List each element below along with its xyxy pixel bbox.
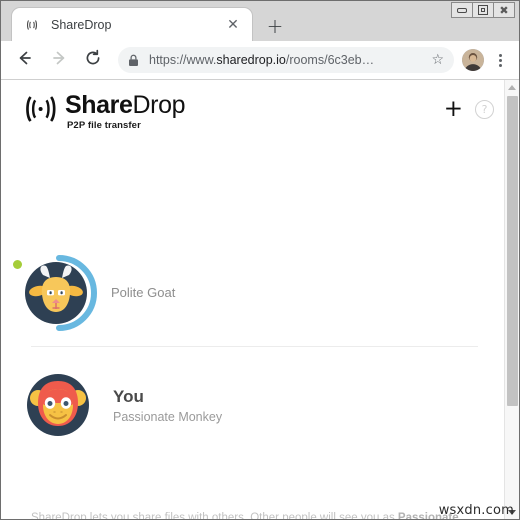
new-tab-button[interactable]: +: [263, 14, 287, 38]
url-path: /rooms/6c3eb…: [285, 53, 375, 67]
scrollbar-thumb[interactable]: [507, 96, 518, 406]
window-maximize-button[interactable]: [472, 2, 494, 18]
logo-text: ShareDrop P2P file transfer: [65, 91, 185, 132]
forward-arrow-icon: [50, 49, 68, 72]
profile-avatar-icon[interactable]: [462, 49, 484, 71]
page-viewport: ShareDrop P2P file transfer + ? Polite G…: [1, 80, 519, 519]
scroll-up-arrow-icon[interactable]: [505, 80, 519, 94]
tab-close-icon[interactable]: ✕: [224, 16, 242, 34]
sharedrop-app: ShareDrop P2P file transfer + ? Polite G…: [1, 80, 504, 519]
window-close-button[interactable]: ✖: [493, 2, 515, 18]
browser-tab-sharedrop[interactable]: ShareDrop ✕: [11, 7, 253, 41]
info-note-prefix: ShareDrop lets you share files with othe…: [31, 512, 398, 519]
bookmark-star-icon[interactable]: ☆: [431, 53, 444, 67]
add-room-button[interactable]: +: [444, 98, 463, 121]
logo-tagline: P2P file transfer: [67, 120, 141, 131]
logo-title: ShareDrop: [65, 91, 185, 119]
tab-title: ShareDrop: [51, 17, 112, 32]
forward-button: [45, 46, 73, 74]
window-controls: ✖: [451, 2, 515, 18]
minimize-icon: [457, 7, 467, 13]
sharedrop-favicon-icon: [24, 17, 40, 33]
close-icon: ✖: [499, 3, 509, 17]
address-bar[interactable]: https://www.sharedrop.io/rooms/6c3eb… ☆: [118, 47, 454, 73]
tab-strip: ShareDrop ✕ + ✖: [1, 1, 519, 41]
peer-list-divider: [31, 346, 478, 347]
goat-avatar[interactable]: [21, 255, 97, 331]
browser-toolbar: https://www.sharedrop.io/rooms/6c3eb… ☆: [1, 41, 519, 80]
site-header: ShareDrop P2P file transfer + ?: [1, 80, 504, 146]
self-info: You Passionate Monkey: [113, 386, 222, 424]
watermark: wsxdn.com: [438, 503, 514, 518]
browser-menu-button[interactable]: [487, 47, 513, 73]
back-arrow-icon: [16, 49, 34, 72]
page-scrollbar[interactable]: [504, 80, 519, 519]
back-button[interactable]: [11, 46, 39, 74]
browser-window: ShareDrop ✕ + ✖ https://www.sharedrop.io…: [0, 0, 520, 520]
url-text: https://www.sharedrop.io/rooms/6c3eb…: [149, 53, 425, 67]
signal-waves-icon: [21, 94, 63, 124]
info-note: ShareDrop lets you share files with othe…: [31, 512, 481, 519]
peer-name: Polite Goat: [111, 285, 176, 300]
logo-name-bold: Share: [65, 91, 133, 119]
help-icon[interactable]: ?: [475, 100, 494, 119]
self-name: Passionate Monkey: [113, 410, 223, 424]
maximize-icon: [478, 5, 488, 15]
url-host: sharedrop.io: [216, 53, 286, 67]
reload-icon: [84, 49, 102, 72]
lock-icon: [128, 54, 139, 67]
self-row: You Passionate Monkey: [1, 360, 504, 450]
logo-name-light: Drop: [132, 91, 186, 119]
three-dot-menu-icon: [498, 53, 502, 57]
peer-info: Polite Goat: [111, 284, 175, 302]
self-title: You: [113, 387, 144, 406]
reload-button[interactable]: [79, 46, 107, 74]
monkey-avatar: [25, 372, 91, 438]
url-scheme: https://www.: [149, 53, 217, 67]
peer-row-polite-goat[interactable]: Polite Goat: [1, 240, 504, 346]
header-actions: + ?: [444, 98, 494, 121]
sharedrop-logo: ShareDrop P2P file transfer: [21, 92, 185, 131]
window-minimize-button[interactable]: [451, 2, 473, 18]
